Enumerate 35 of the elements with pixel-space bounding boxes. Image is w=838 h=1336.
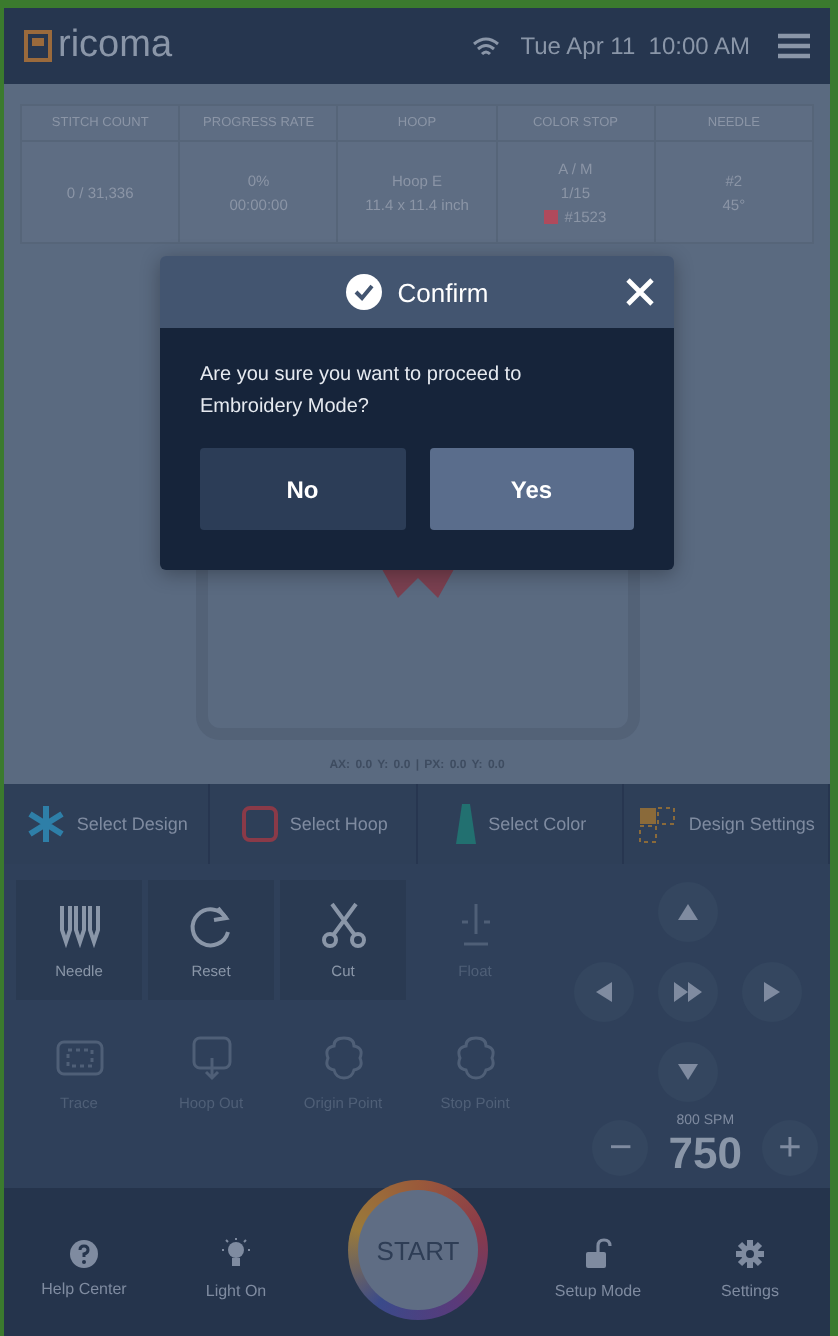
menu-icon[interactable]	[778, 32, 810, 60]
close-icon[interactable]	[626, 278, 654, 306]
right-button[interactable]	[742, 962, 802, 1022]
nav-button[interactable]: Help Center	[8, 1188, 160, 1336]
left-button[interactable]	[574, 962, 634, 1022]
left-arrow-icon	[594, 980, 614, 1004]
logo-icon	[24, 30, 52, 62]
snowflake-icon	[24, 804, 69, 844]
right-arrow-icon	[762, 980, 782, 1004]
settings-icon	[734, 1238, 766, 1270]
date-time: Tue Apr 11 10:00 AM	[520, 32, 750, 60]
hoop-icon	[237, 804, 282, 844]
help-icon	[70, 1240, 98, 1268]
dialog-button[interactable]: Yes	[429, 448, 634, 530]
speed-value: 750	[668, 1128, 742, 1180]
nav-button[interactable]: Light On	[160, 1188, 312, 1336]
down-arrow-icon	[676, 1062, 700, 1082]
scissors-icon	[317, 901, 369, 949]
down-button[interactable]	[658, 1042, 718, 1102]
check-circle-icon	[345, 274, 382, 310]
nav-button[interactable]: Setup Mode	[522, 1188, 674, 1336]
up-arrow-icon	[676, 902, 700, 922]
thread-spool-icon	[452, 802, 481, 846]
dialog-button[interactable]: No	[200, 448, 405, 530]
unlocked-padlock-icon	[584, 1238, 612, 1270]
fast-forward-button[interactable]	[658, 962, 718, 1022]
nav-button[interactable]: Settings	[674, 1188, 826, 1336]
dialog-title: Confirm	[397, 277, 489, 307]
logo-text: ricoma	[58, 24, 173, 68]
dialog-message: Are you sure you want to proceed to Embroidery Mode?	[200, 362, 524, 422]
fast-forward-icon	[672, 980, 704, 1004]
up-button[interactable]	[658, 882, 718, 942]
wifi-icon	[472, 35, 501, 57]
layout-icon	[636, 804, 681, 844]
light-bulb-icon	[222, 1238, 250, 1270]
